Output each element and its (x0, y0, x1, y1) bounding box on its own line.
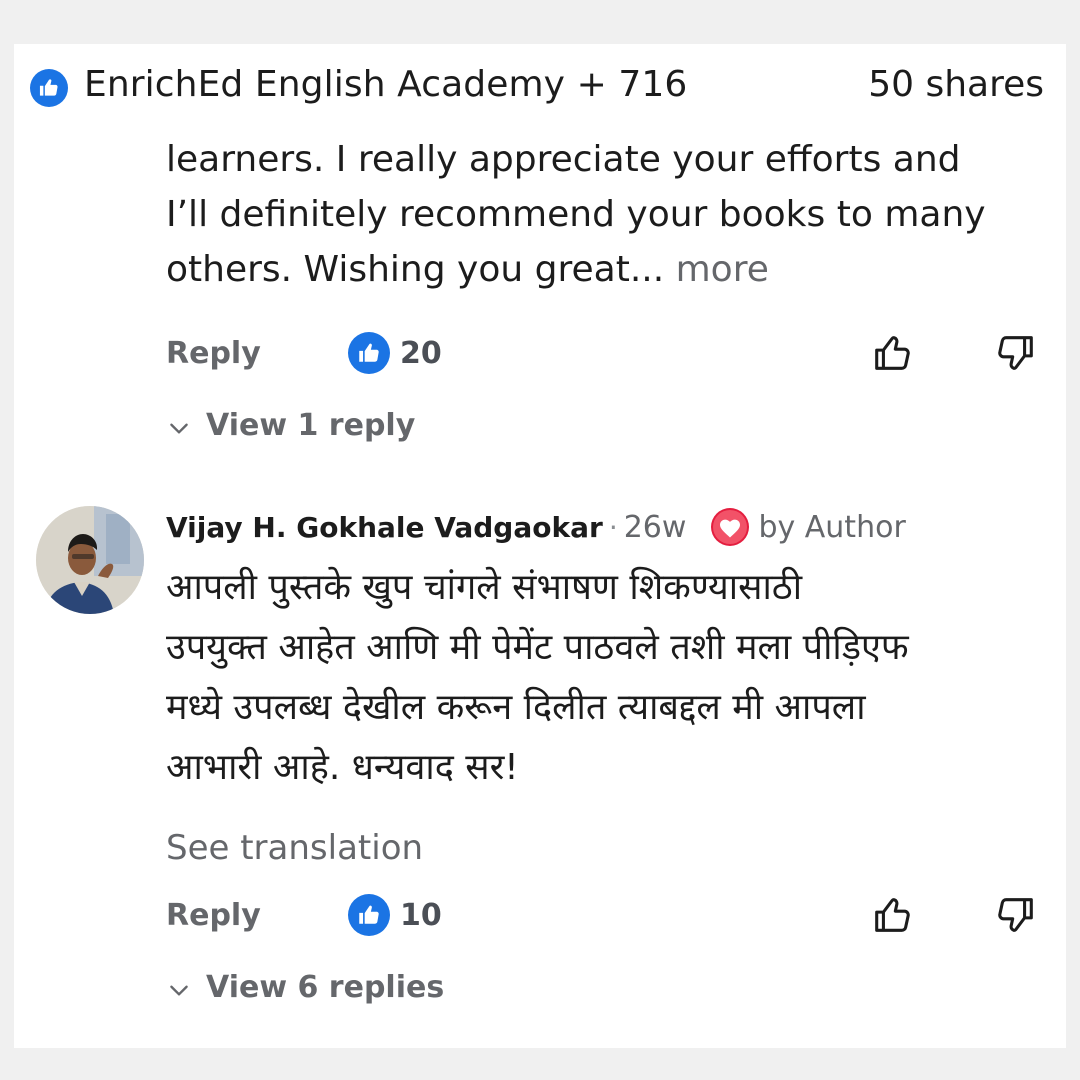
thumbs-down-icon[interactable] (992, 330, 1038, 376)
comment-meta: Vijay H. Gokhale Vadgaokar · 26w by Auth… (166, 504, 906, 550)
like-count: 20 (400, 335, 442, 371)
view-replies-button[interactable]: View 6 replies (166, 970, 444, 1005)
like-reaction-icon (348, 894, 390, 936)
comment-line: मध्ये उपलब्ध देखील करून दिलीत त्याबद्दल … (166, 687, 866, 728)
comment-text: आपली पुस्तके खुप चांगले संभाषण शिकण्यासा… (166, 558, 1066, 798)
reply-button[interactable]: Reply (166, 336, 261, 371)
more-link[interactable]: more (676, 249, 769, 290)
view-replies-label: View 6 replies (206, 970, 445, 1005)
comment-actions: Reply 10 (14, 892, 1066, 952)
reply-button[interactable]: Reply (166, 898, 261, 933)
comment-text: learners. I really appreciate your effor… (166, 132, 1056, 297)
comment-line: I’ll definitely recommend your books to … (166, 194, 986, 235)
comment-author-name[interactable]: Vijay H. Gokhale Vadgaokar (166, 511, 603, 544)
comment-line: learners. I really appreciate your effor… (166, 139, 961, 180)
comment-line: आभारी आहे. धन्यवाद सर! (166, 747, 519, 788)
thumbs-up-icon[interactable] (870, 330, 916, 376)
thumbs-up-icon[interactable] (870, 892, 916, 938)
view-replies-label: View 1 reply (206, 408, 416, 443)
comments-panel: EnrichEd English Academy + 716 50 shares… (14, 44, 1066, 1048)
comment-line: आपली पुस्तके खुप चांगले संभाषण शिकण्यासा… (166, 567, 803, 608)
comment-line: others. Wishing you great... more (166, 242, 1056, 297)
see-translation-link[interactable]: See translation (166, 828, 423, 868)
heart-icon (711, 508, 750, 546)
like-count: 10 (400, 897, 442, 933)
reaction-count[interactable]: 20 (348, 330, 442, 376)
share-count[interactable]: 50 shares (868, 64, 1044, 105)
comment-line-text: others. Wishing you great... (166, 249, 665, 290)
comment-line: उपयुक्त आहेत आणि मी पेमेंट पाठवले तशी मल… (166, 627, 909, 668)
like-reaction-icon (30, 69, 68, 107)
chevron-down-icon (170, 423, 188, 434)
chevron-down-icon (170, 985, 188, 996)
reaction-count[interactable]: 10 (348, 892, 442, 938)
avatar[interactable] (36, 506, 144, 614)
like-reaction-icon (348, 332, 390, 374)
author-reaction-label: by Author (758, 509, 906, 545)
thumbs-down-icon[interactable] (992, 892, 1038, 938)
comment-timestamp[interactable]: 26w (624, 510, 687, 545)
comment-actions: Reply 20 (14, 330, 1066, 390)
meta-separator: · (608, 510, 618, 544)
post-reactions-header: EnrichEd English Academy + 716 50 shares (14, 44, 1066, 134)
view-replies-button[interactable]: View 1 reply (166, 408, 415, 443)
reaction-summary[interactable]: EnrichEd English Academy + 716 (84, 64, 687, 105)
